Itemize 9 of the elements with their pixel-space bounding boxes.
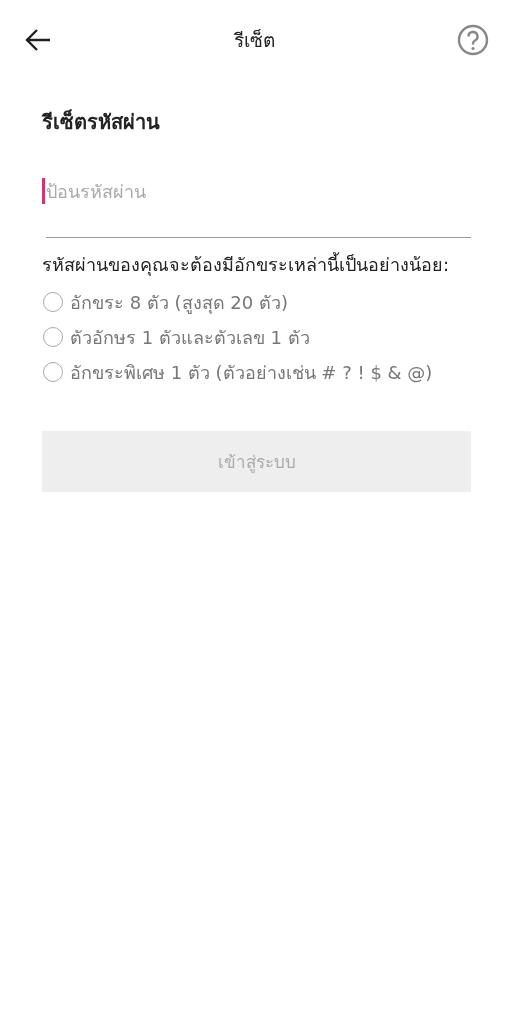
page-title: รีเซ็ต <box>234 28 275 53</box>
requirement-text: อักขระพิเศษ 1 ตัว (ตัวอย่างเช่น # ? ! $ & @) <box>70 361 433 385</box>
requirement-text: อักขระ 8 ตัว (สูงสุด 20 ตัว) <box>70 291 288 316</box>
help-icon[interactable] <box>457 24 489 56</box>
requirements-text: รหัสผ่านของคุณจะต้องมีอักขระเหล่านี้เป็นอย่างน้อย: <box>42 251 451 278</box>
section-heading: รีเซ็ตรหัสผ่าน <box>42 108 161 136</box>
password-field[interactable]: ป้อนรหัสผ่าน <box>46 178 471 238</box>
requirement-text: ตัวอักษร 1 ตัวและตัวเลข 1 ตัว <box>70 326 310 350</box>
back-arrow-icon[interactable] <box>24 28 52 52</box>
